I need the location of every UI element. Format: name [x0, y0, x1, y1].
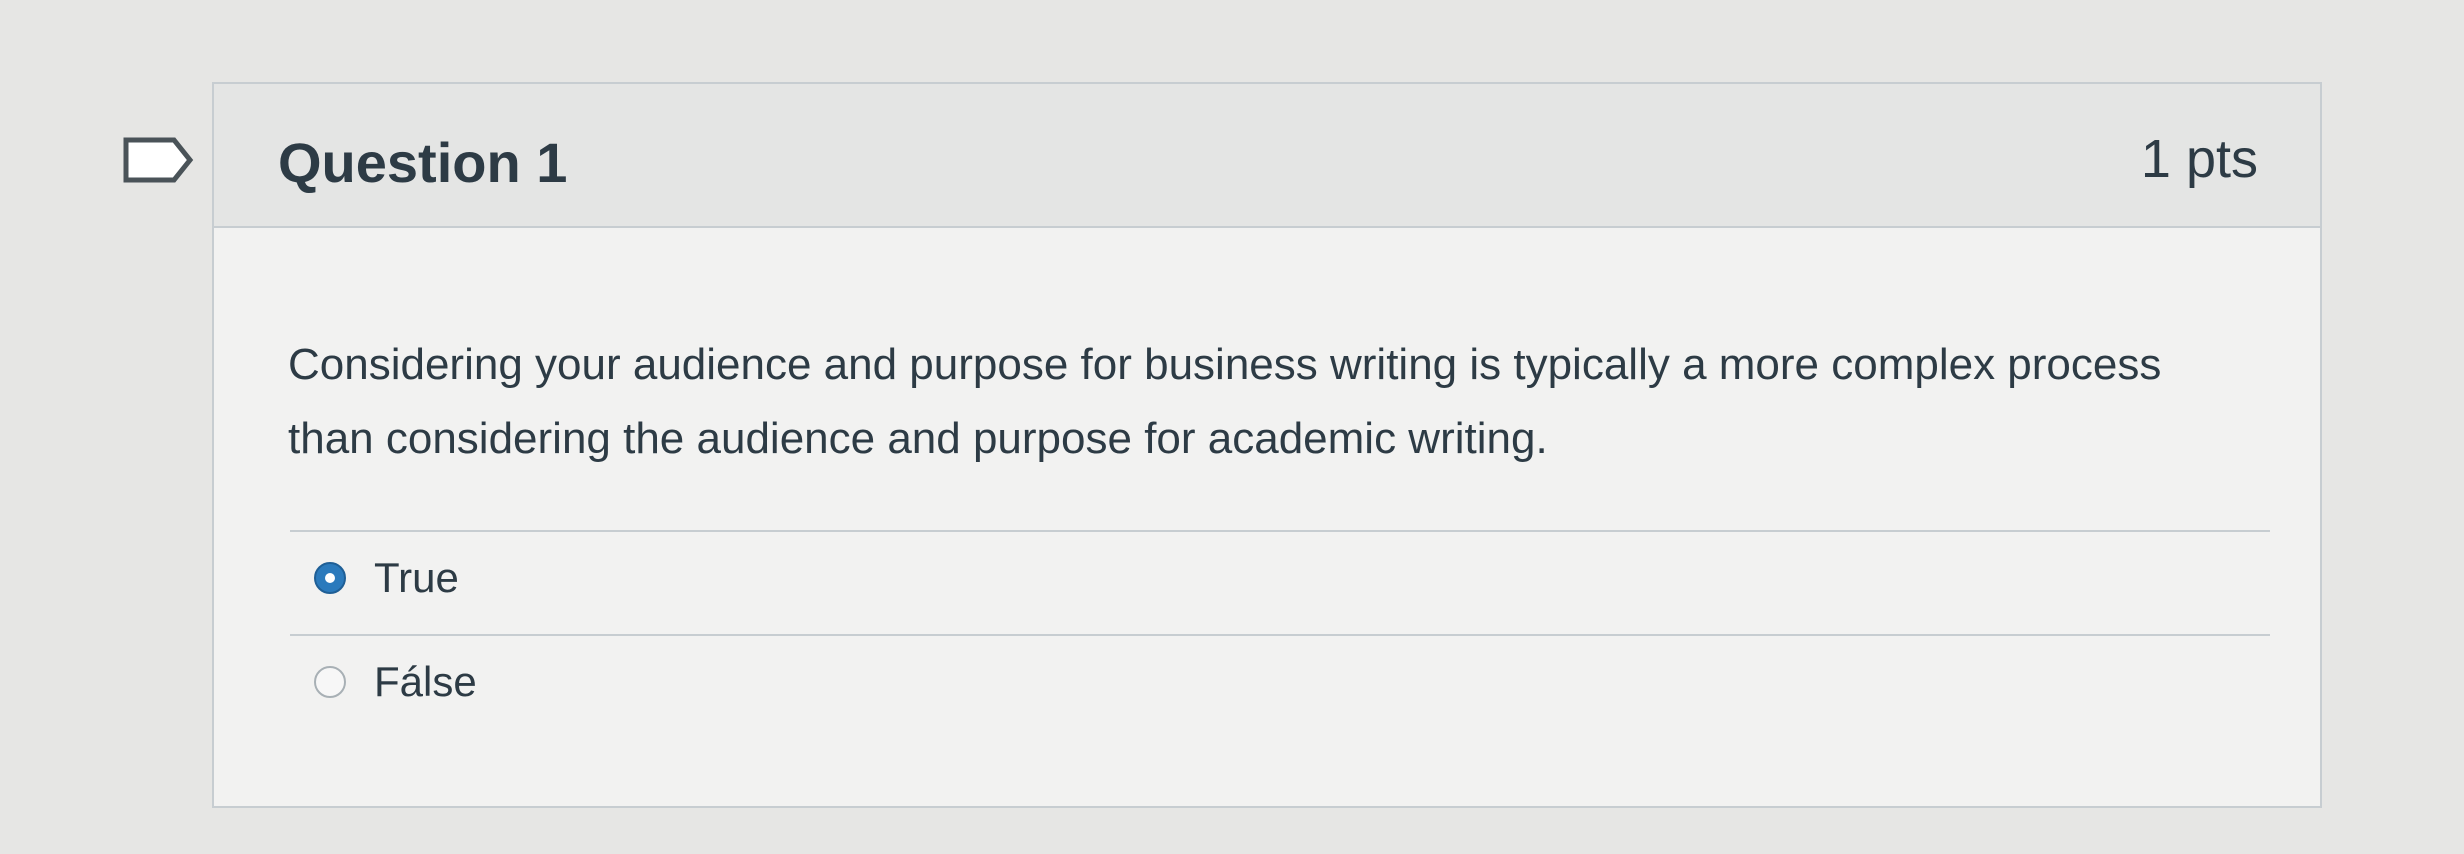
- question-header: Question 1 1 pts: [214, 84, 2320, 228]
- flag-outline-icon: [123, 137, 194, 183]
- radio-selected-icon[interactable]: [314, 562, 346, 594]
- radio-unselected-icon[interactable]: [314, 666, 346, 698]
- answer-label[interactable]: True: [374, 554, 459, 602]
- question-card: Question 1 1 pts Considering your audien…: [212, 82, 2322, 808]
- answer-label[interactable]: Fálse: [374, 658, 477, 706]
- answer-divider: [290, 634, 2270, 636]
- question-title: Question 1: [278, 131, 568, 194]
- question-points: 1 pts: [2140, 129, 2258, 189]
- answer-option-false[interactable]: Fálse: [314, 652, 477, 712]
- question-text: Considering your audience and purpose fo…: [288, 340, 2162, 463]
- flag-question-button[interactable]: [122, 136, 196, 184]
- answer-option-true[interactable]: True: [314, 548, 459, 608]
- answer-divider: [290, 530, 2270, 532]
